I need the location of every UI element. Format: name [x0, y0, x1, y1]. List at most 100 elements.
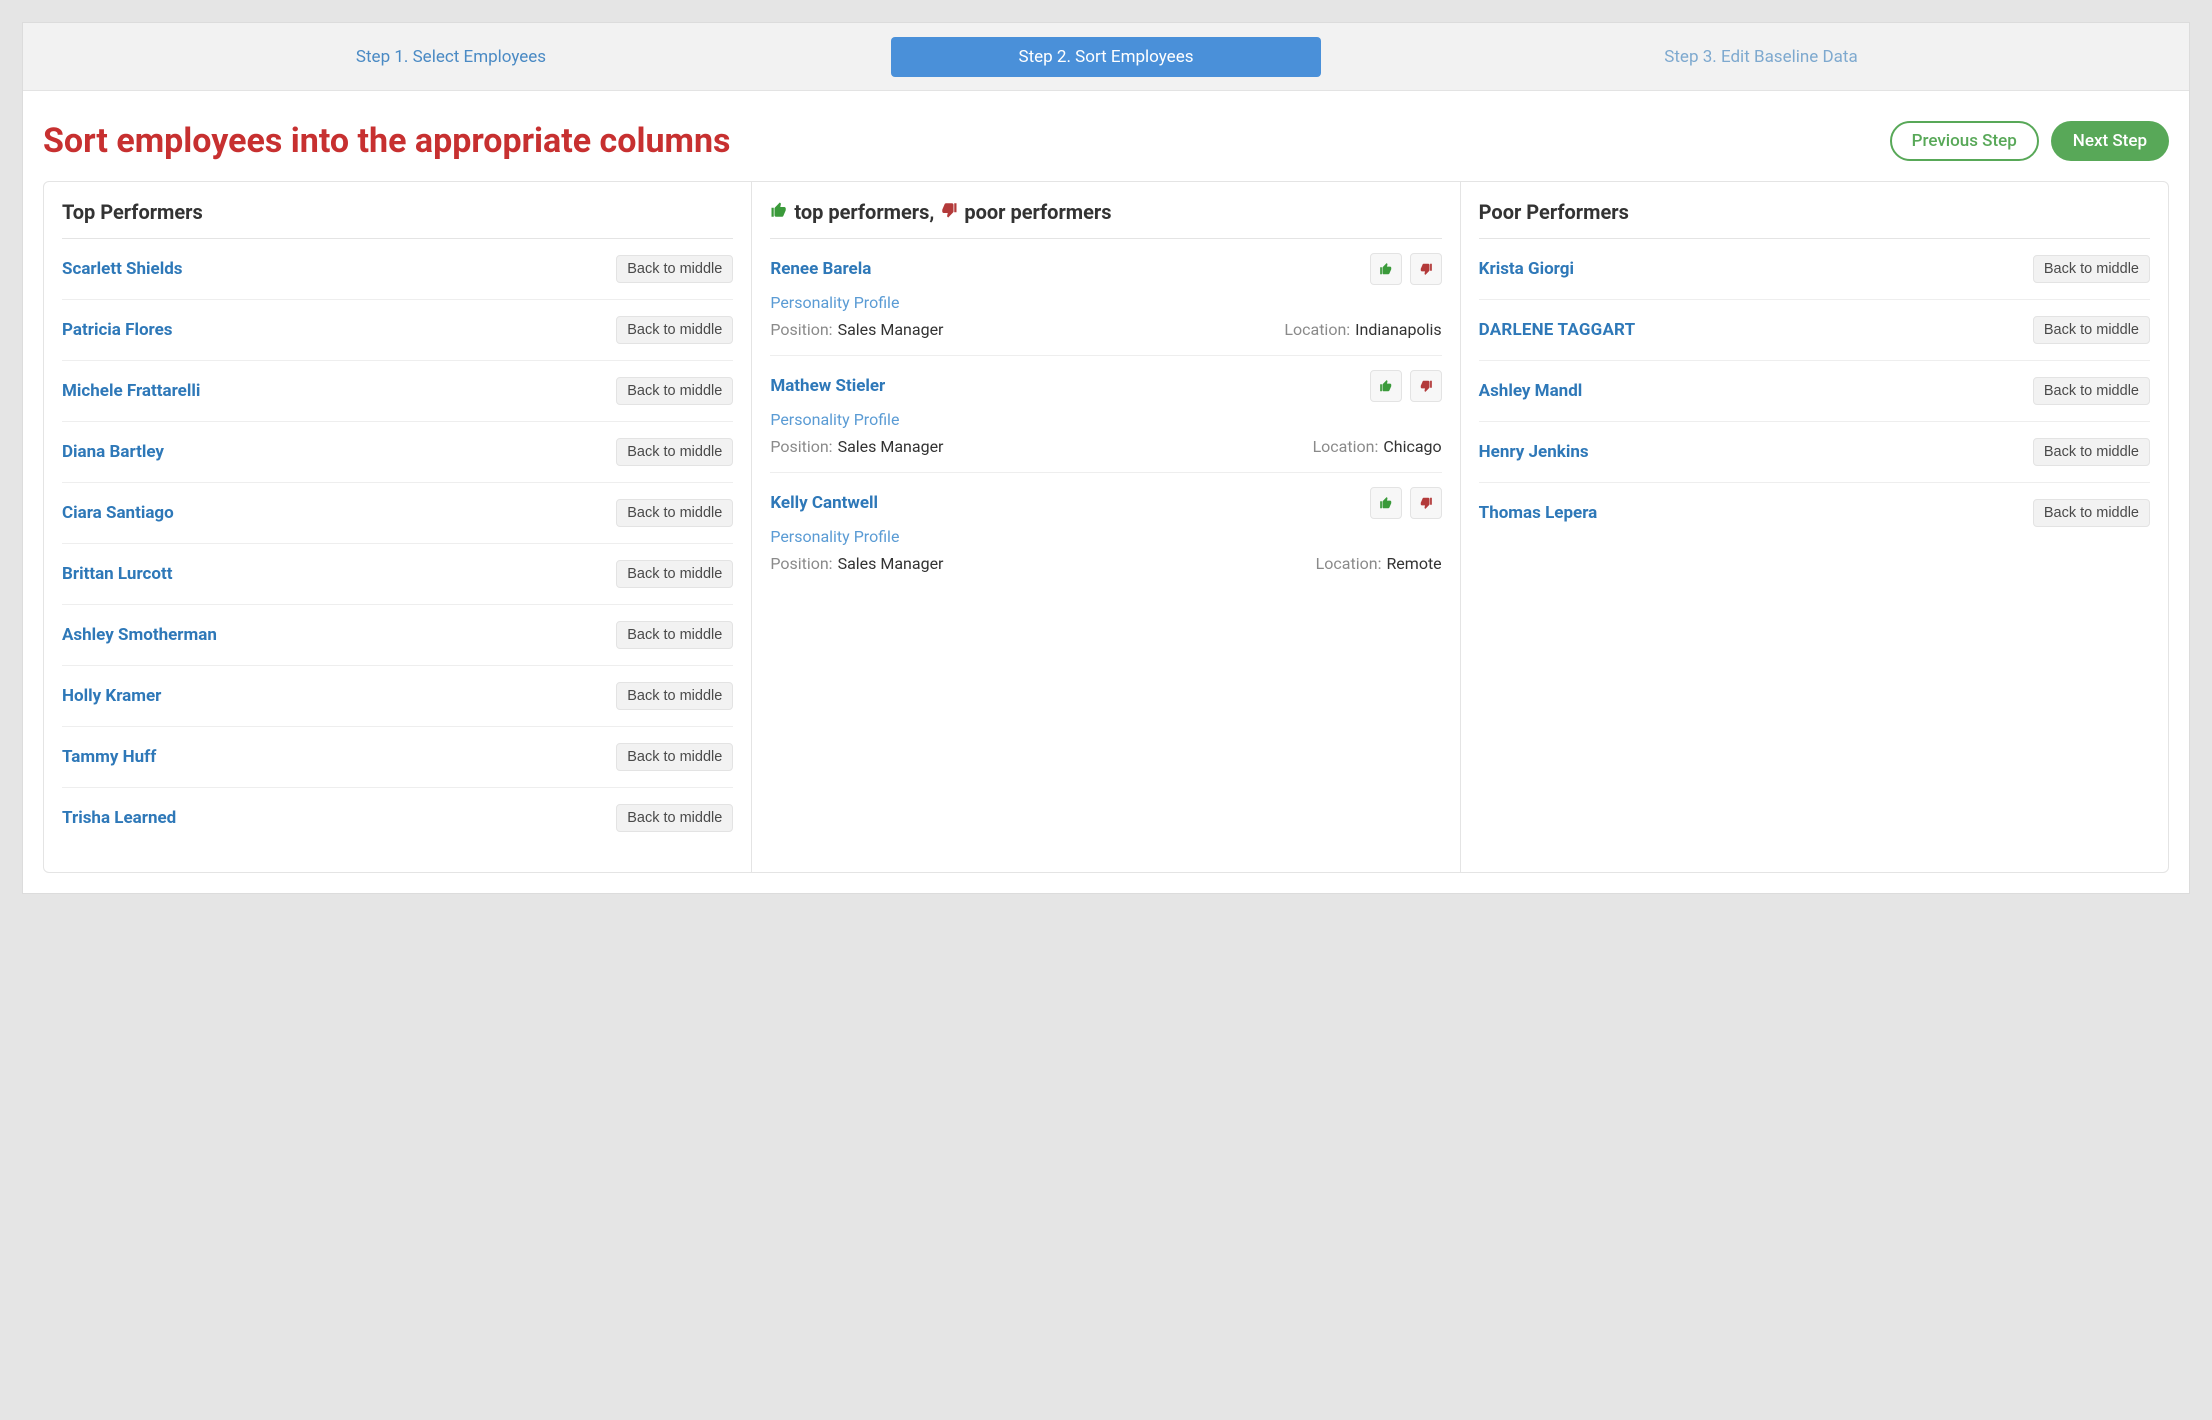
back-to-middle-button[interactable]: Back to middle: [616, 438, 733, 466]
employee-name-link[interactable]: Brittan Lurcott: [62, 564, 172, 584]
personality-profile-link[interactable]: Personality Profile: [770, 527, 1441, 546]
location-label: Location:: [1313, 437, 1379, 456]
employee-name-link[interactable]: Tammy Huff: [62, 747, 156, 767]
back-to-middle-button[interactable]: Back to middle: [616, 804, 733, 832]
thumb-up-button[interactable]: [1370, 370, 1402, 402]
position-value: Sales Manager: [838, 554, 944, 573]
employee-name-link[interactable]: Michele Frattarelli: [62, 381, 200, 401]
list-item: Ashley Smotherman Back to middle: [62, 605, 733, 666]
back-to-middle-button[interactable]: Back to middle: [2033, 438, 2150, 466]
back-to-middle-button[interactable]: Back to middle: [616, 316, 733, 344]
thumb-down-button[interactable]: [1410, 253, 1442, 285]
list-item: Mathew Stieler Personality Profile Positio…: [770, 356, 1441, 473]
back-to-middle-button[interactable]: Back to middle: [2033, 316, 2150, 344]
list-item: Tammy Huff Back to middle: [62, 727, 733, 788]
list-item: Ashley Mandl Back to middle: [1479, 361, 2150, 422]
employee-name-link[interactable]: Trisha Learned: [62, 808, 176, 828]
back-to-middle-button[interactable]: Back to middle: [616, 621, 733, 649]
employee-name-link[interactable]: Ashley Mandl: [1479, 381, 1583, 401]
list-item: DARLENE TAGGART Back to middle: [1479, 300, 2150, 361]
employee-name-link[interactable]: Holly Kramer: [62, 686, 161, 706]
employee-name-link[interactable]: Krista Giorgi: [1479, 259, 1574, 279]
list-item: Renee Barela Personality Profile Position:…: [770, 239, 1441, 356]
employee-name-link[interactable]: Renee Barela: [770, 259, 1361, 279]
list-item: Thomas Lepera Back to middle: [1479, 483, 2150, 543]
employee-name-link[interactable]: Ashley Smotherman: [62, 625, 217, 645]
list-item-header: Mathew Stieler: [770, 370, 1441, 402]
thumb-down-button[interactable]: [1410, 487, 1442, 519]
page-container: Step 1. Select Employees Step 2. Sort Em…: [22, 22, 2190, 894]
back-to-middle-button[interactable]: Back to middle: [616, 377, 733, 405]
middle-title-suffix: poor performers: [964, 200, 1111, 224]
position-label: Position:: [770, 320, 832, 339]
poor-performers-list: Krista GiorgiBack to middleDARLENE TAGGA…: [1479, 239, 2150, 543]
list-item: Kelly Cantwell Personality Profile Positio…: [770, 473, 1441, 589]
employee-meta: Position: Sales Manager Location:Chicago: [770, 437, 1441, 456]
personality-profile-link[interactable]: Personality Profile: [770, 293, 1441, 312]
thumb-down-icon: [1419, 262, 1433, 276]
position-field: Position: Sales Manager: [770, 320, 1284, 339]
back-to-middle-button[interactable]: Back to middle: [616, 560, 733, 588]
poor-performers-column: Poor Performers Krista Giorgi Back to mid…: [1460, 182, 2168, 872]
location-label: Location:: [1316, 554, 1382, 573]
location-label: Location:: [1284, 320, 1350, 339]
list-item: Krista Giorgi Back to middle: [1479, 239, 2150, 300]
next-step-button[interactable]: Next Step: [2051, 121, 2169, 161]
position-label: Position:: [770, 437, 832, 456]
list-item: Trisha Learned Back to middle: [62, 788, 733, 848]
personality-profile-link[interactable]: Personality Profile: [770, 410, 1441, 429]
back-to-middle-button[interactable]: Back to middle: [616, 255, 733, 283]
list-item: Henry Jenkins Back to middle: [1479, 422, 2150, 483]
page-title: Sort employees into the appropriate colu…: [43, 121, 1878, 161]
employee-name-link[interactable]: DARLENE TAGGART: [1479, 320, 1636, 340]
back-to-middle-button[interactable]: Back to middle: [2033, 499, 2150, 527]
stepper: Step 1. Select Employees Step 2. Sort Em…: [23, 23, 2189, 91]
poor-performers-title: Poor Performers: [1479, 200, 2150, 239]
thumb-up-button[interactable]: [1370, 487, 1402, 519]
back-to-middle-button[interactable]: Back to middle: [2033, 377, 2150, 405]
thumb-up-icon: [770, 200, 788, 224]
position-field: Position: Sales Manager: [770, 554, 1315, 573]
thumb-up-button[interactable]: [1370, 253, 1402, 285]
list-item: Diana Bartley Back to middle: [62, 422, 733, 483]
step-sort-employees[interactable]: Step 2. Sort Employees: [891, 37, 1321, 77]
middle-list: Renee Barela Personality Profile Position:…: [770, 239, 1441, 589]
employee-name-link[interactable]: Kelly Cantwell: [770, 493, 1361, 513]
back-to-middle-button[interactable]: Back to middle: [616, 499, 733, 527]
employee-name-link[interactable]: Henry Jenkins: [1479, 442, 1589, 462]
location-field: Location:Chicago: [1313, 437, 1442, 456]
list-item-header: Renee Barela: [770, 253, 1441, 285]
thumb-up-icon: [1379, 262, 1393, 276]
step-select-employees[interactable]: Step 1. Select Employees: [23, 23, 879, 90]
location-value: Indianapolis: [1355, 320, 1442, 339]
position-field: Position: Sales Manager: [770, 437, 1312, 456]
list-item: Patricia Flores Back to middle: [62, 300, 733, 361]
list-item: Holly Kramer Back to middle: [62, 666, 733, 727]
employee-name-link[interactable]: Mathew Stieler: [770, 376, 1361, 396]
top-performers-title: Top Performers: [62, 200, 733, 239]
employee-name-link[interactable]: Scarlett Shields: [62, 259, 183, 279]
back-to-middle-button[interactable]: Back to middle: [616, 743, 733, 771]
employee-name-link[interactable]: Ciara Santiago: [62, 503, 174, 523]
top-performers-column: Top Performers Scarlett Shields Back to m…: [44, 182, 751, 872]
list-item: Ciara Santiago Back to middle: [62, 483, 733, 544]
employee-name-link[interactable]: Thomas Lepera: [1479, 503, 1598, 523]
step-edit-baseline[interactable]: Step 3. Edit Baseline Data: [1333, 23, 2189, 90]
position-value: Sales Manager: [838, 320, 944, 339]
thumb-down-button[interactable]: [1410, 370, 1442, 402]
header-row: Sort employees into the appropriate colu…: [23, 91, 2189, 181]
middle-column: top performers, poor performers Renee Ba…: [751, 182, 1459, 872]
employee-meta: Position: Sales Manager Location:Remote: [770, 554, 1441, 573]
back-to-middle-button[interactable]: Back to middle: [616, 682, 733, 710]
top-performers-list: Scarlett ShieldsBack to middlePatricia F…: [62, 239, 733, 848]
employee-name-link[interactable]: Diana Bartley: [62, 442, 164, 462]
thumb-down-icon: [1419, 496, 1433, 510]
position-value: Sales Manager: [838, 437, 944, 456]
location-field: Location: Indianapolis: [1284, 320, 1441, 339]
employee-name-link[interactable]: Patricia Flores: [62, 320, 173, 340]
thumb-down-icon: [940, 200, 958, 224]
position-label: Position:: [770, 554, 832, 573]
location-value: Remote: [1386, 554, 1441, 573]
back-to-middle-button[interactable]: Back to middle: [2033, 255, 2150, 283]
previous-step-button[interactable]: Previous Step: [1890, 121, 2039, 161]
